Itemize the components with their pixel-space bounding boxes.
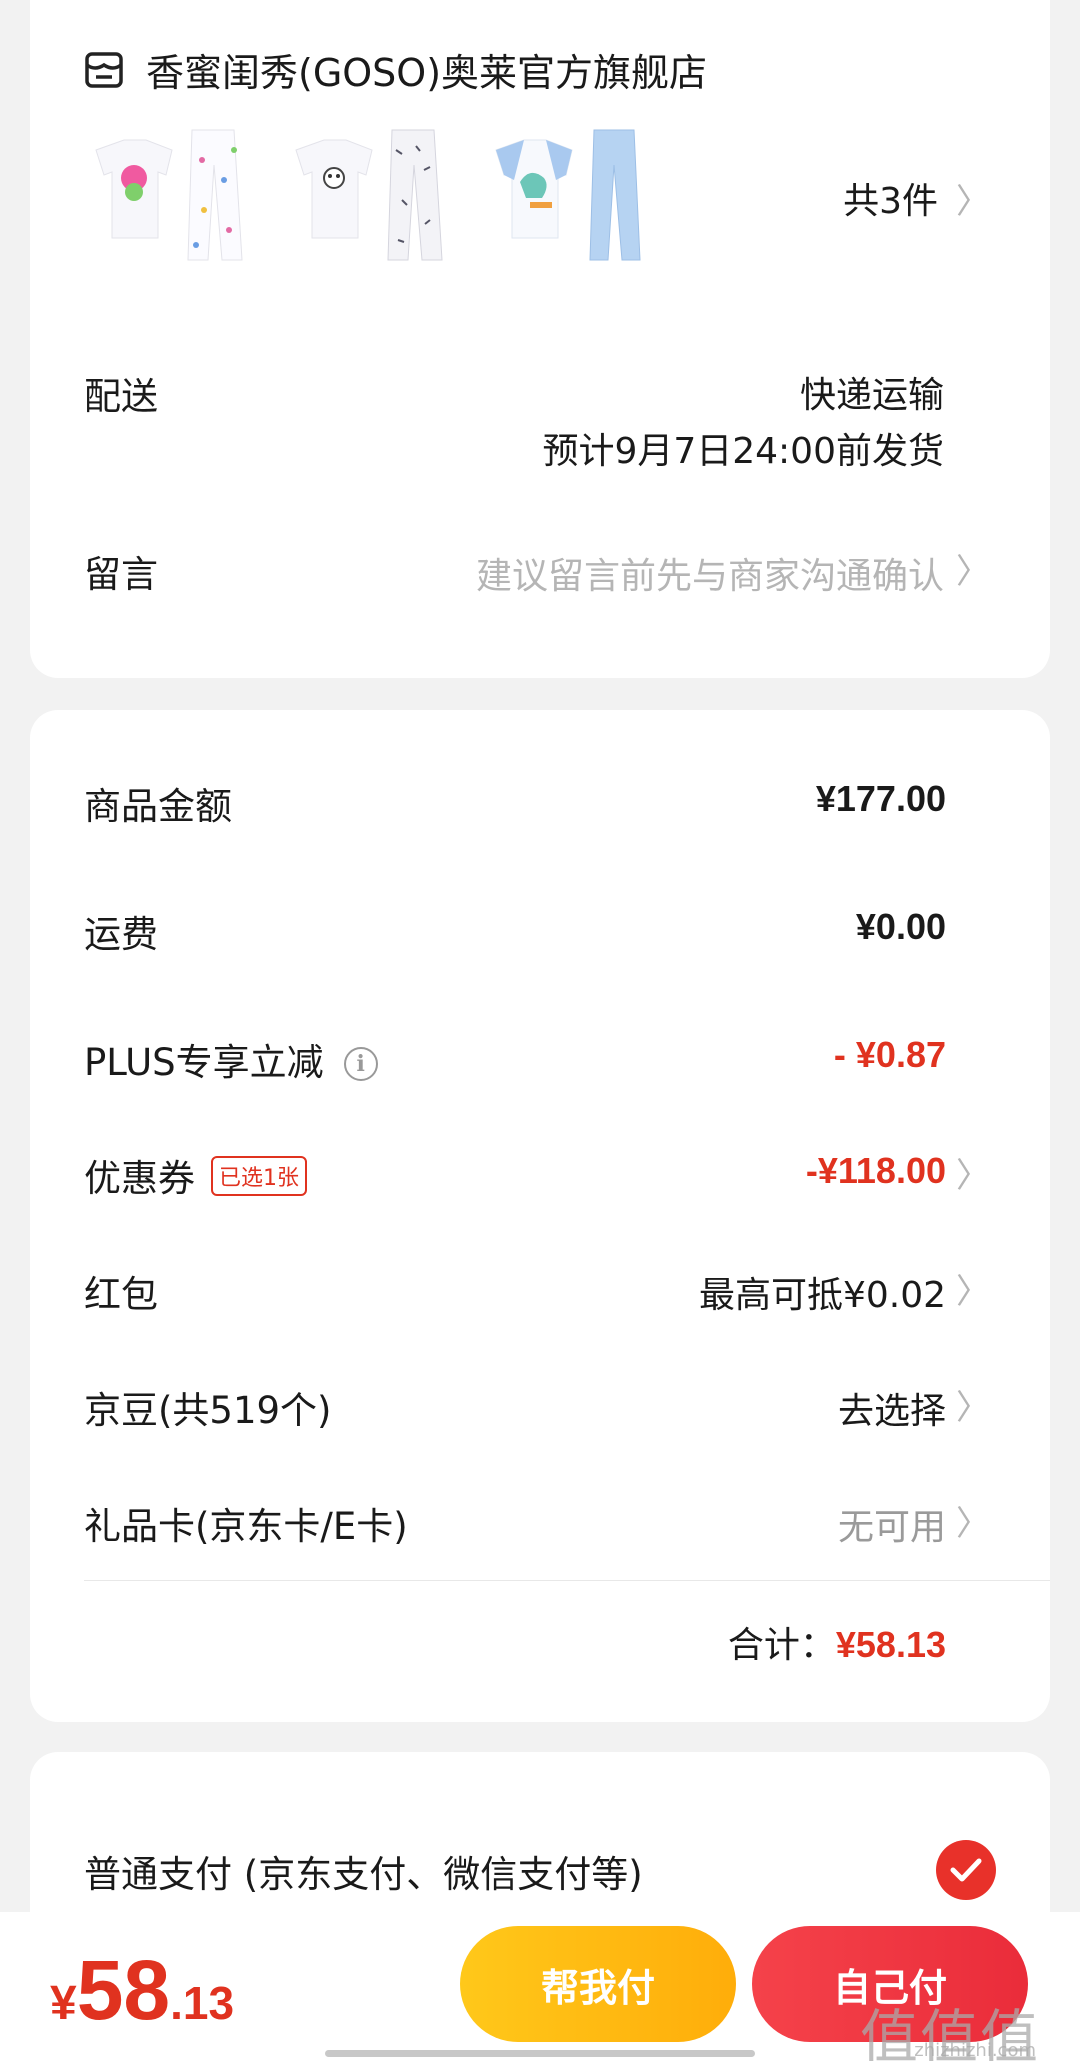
giftcard-row[interactable]: 礼品卡(京东卡/E卡) 无可用 〉	[30, 1496, 1050, 1556]
product-thumb-2[interactable]	[284, 120, 464, 270]
jingdou-label: 京豆(共519个)	[84, 1389, 332, 1432]
delivery-eta: 预计9月7日24:00前发货	[542, 431, 944, 472]
freight-label: 运费	[84, 913, 158, 956]
chevron-right-icon: 〉	[956, 1388, 990, 1428]
store-header[interactable]: 香蜜闺秀(GOSO)奥莱官方旗舰店	[84, 42, 707, 97]
total-value: ¥58.13	[835, 1624, 946, 1665]
message-input[interactable]: 建议留言前先与商家沟通确认	[476, 547, 944, 599]
chevron-right-icon: 〉	[956, 1504, 990, 1544]
giftcard-label: 礼品卡(京东卡/E卡)	[84, 1505, 408, 1548]
freight-value: ¥0.00	[855, 906, 946, 947]
chevron-right-icon: 〉	[956, 181, 990, 222]
delivery-method[interactable]: 快递运输	[800, 366, 944, 418]
jingdou-row[interactable]: 京豆(共519个) 去选择 〉	[30, 1380, 1050, 1440]
total-label: 合计：	[727, 1625, 836, 1666]
product-thumbnails[interactable]	[84, 120, 684, 270]
coupon-value: -¥118.00	[805, 1150, 946, 1191]
product-thumb-3[interactable]	[484, 120, 664, 270]
plus-discount-row: PLUS专享立减 i - ¥0.87	[30, 1032, 1050, 1092]
currency-symbol: ¥	[50, 1977, 77, 2030]
info-icon[interactable]: i	[343, 1047, 378, 1081]
total-row: 合计：¥58.13	[728, 1616, 946, 1668]
giftcard-value: 无可用	[837, 1507, 946, 1548]
payment-method-label[interactable]: 普通支付 (京东支付、微信支付等)	[84, 1844, 643, 1898]
divider	[84, 1580, 1050, 1581]
plus-discount-label-wrap: PLUS专享立减 i	[84, 1032, 378, 1086]
checkmark-icon[interactable]	[936, 1840, 996, 1900]
item-count: 共3件	[843, 181, 938, 222]
goods-amount-row: 商品金额 ¥177.00	[30, 776, 1050, 836]
item-count-row[interactable]: 共3件 〉	[843, 172, 990, 224]
goods-amount-label: 商品金额	[84, 785, 232, 828]
coupon-row[interactable]: 优惠券 已选1张 -¥118.00 〉	[30, 1148, 1050, 1208]
redpacket-value: 最高可抵¥0.02	[698, 1275, 946, 1316]
delivery-label: 配送	[84, 375, 158, 418]
store-card: 香蜜闺秀(GOSO)奥莱官方旗舰店 共3件 〉 配送 快递运输 预计9月7日24…	[30, 0, 1050, 678]
redpacket-row[interactable]: 红包 最高可抵¥0.02 〉	[30, 1264, 1050, 1324]
bottom-total-price: ¥58.13	[50, 1942, 234, 2039]
coupon-label: 优惠券	[84, 1157, 195, 1200]
coupon-selected-badge: 已选1张	[211, 1156, 307, 1196]
chevron-right-icon: 〉	[956, 1272, 990, 1312]
store-icon	[85, 51, 123, 88]
freight-row: 运费 ¥0.00	[30, 904, 1050, 964]
price-decimal: .13	[170, 1977, 235, 2029]
plus-discount-label: PLUS专享立减	[84, 1041, 324, 1084]
chevron-right-icon: 〉	[956, 1156, 990, 1196]
store-name: 香蜜闺秀(GOSO)奥莱官方旗舰店	[146, 51, 708, 95]
jingdou-value: 去选择	[837, 1391, 946, 1432]
home-indicator[interactable]	[325, 2050, 755, 2057]
goods-amount-value: ¥177.00	[815, 778, 946, 819]
chevron-right-icon: 〉	[956, 552, 990, 592]
watermark-url: zhizhizhi.com	[914, 2040, 1036, 2061]
coupon-label-wrap: 优惠券 已选1张	[84, 1148, 307, 1202]
help-pay-button[interactable]: 帮我付	[460, 1926, 736, 2042]
product-thumb-1[interactable]	[84, 120, 264, 270]
price-card: 商品金额 ¥177.00 运费 ¥0.00 PLUS专享立减 i - ¥0.87 …	[30, 710, 1050, 1722]
message-label: 留言	[84, 553, 158, 596]
plus-discount-value: - ¥0.87	[833, 1034, 946, 1075]
redpacket-label: 红包	[84, 1273, 158, 1316]
price-integer: 58	[76, 1943, 171, 2037]
